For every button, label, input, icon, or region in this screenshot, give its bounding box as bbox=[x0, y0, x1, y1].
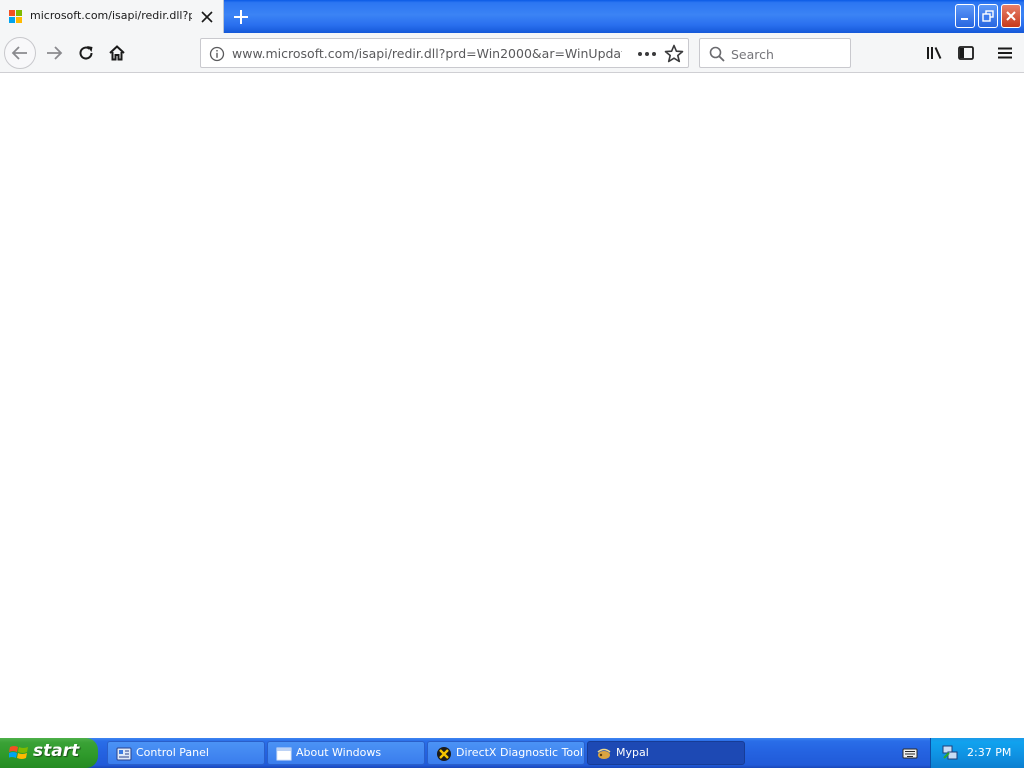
close-icon bbox=[1006, 11, 1016, 21]
forward-button[interactable] bbox=[38, 37, 70, 69]
start-label: start bbox=[33, 741, 80, 761]
system-tray: 2:37 PM bbox=[930, 738, 1024, 768]
star-icon[interactable] bbox=[663, 43, 685, 65]
url-text[interactable]: www.microsoft.com/isapi/redir.dll?prd=Wi… bbox=[232, 46, 622, 62]
reload-button[interactable] bbox=[70, 37, 102, 69]
network-icon[interactable] bbox=[941, 744, 959, 762]
browser-tab[interactable]: microsoft.com/isapi/redir.dll?prd=Win200… bbox=[0, 0, 224, 33]
mypal-browser-icon bbox=[597, 748, 611, 759]
page-content[interactable] bbox=[0, 74, 1024, 738]
taskbar-item-label: Mypal bbox=[616, 746, 649, 759]
search-input[interactable] bbox=[731, 44, 846, 64]
navigation-toolbar: www.microsoft.com/isapi/redir.dll?prd=Wi… bbox=[0, 33, 1024, 73]
hamburger-menu-icon bbox=[998, 47, 1012, 59]
search-icon bbox=[709, 46, 725, 62]
forward-arrow-icon bbox=[47, 46, 63, 60]
library-icon bbox=[927, 47, 942, 59]
info-icon[interactable] bbox=[208, 45, 226, 63]
window-icon bbox=[276, 747, 292, 761]
taskbar-item-label: About Windows bbox=[296, 746, 382, 759]
reload-icon bbox=[79, 46, 93, 60]
taskbar-item-label: DirectX Diagnostic Tool bbox=[456, 746, 582, 759]
restore-icon bbox=[982, 10, 994, 22]
taskbar-item-mypal[interactable]: Mypal bbox=[587, 741, 745, 765]
minimize-icon bbox=[961, 18, 968, 20]
directx-icon bbox=[437, 747, 451, 761]
taskbar-item-label: Control Panel bbox=[136, 746, 209, 759]
more-dots-icon[interactable] bbox=[635, 44, 659, 64]
windows-logo-icon bbox=[9, 746, 28, 759]
taskbar: start Control Panel About Windows Direct… bbox=[0, 738, 1024, 768]
close-tab-icon[interactable] bbox=[198, 8, 216, 26]
taskbar-item-control-panel[interactable]: Control Panel bbox=[107, 741, 265, 765]
menu-button[interactable] bbox=[989, 37, 1021, 69]
title-bar: microsoft.com/isapi/redir.dll?prd=Win200… bbox=[0, 0, 1024, 33]
home-icon bbox=[109, 45, 125, 61]
home-button[interactable] bbox=[101, 37, 133, 69]
sidebar-button[interactable] bbox=[950, 37, 982, 69]
library-button[interactable] bbox=[918, 37, 950, 69]
start-button[interactable]: start bbox=[0, 738, 98, 768]
new-tab-button[interactable] bbox=[228, 4, 254, 30]
sidebar-icon bbox=[958, 46, 974, 60]
restore-button[interactable] bbox=[978, 4, 998, 28]
keyboard-icon[interactable] bbox=[902, 746, 918, 760]
plus-icon bbox=[234, 10, 248, 24]
tab-title: microsoft.com/isapi/redir.dll?prd=Win200… bbox=[30, 9, 192, 22]
search-box[interactable] bbox=[699, 38, 851, 68]
back-arrow-icon bbox=[11, 46, 27, 60]
control-panel-icon bbox=[116, 747, 132, 761]
minimize-button[interactable] bbox=[955, 4, 975, 28]
taskbar-item-about-windows[interactable]: About Windows bbox=[267, 741, 425, 765]
microsoft-logo-icon bbox=[9, 10, 23, 24]
close-window-button[interactable] bbox=[1001, 4, 1021, 28]
back-button[interactable] bbox=[4, 37, 36, 69]
address-bar[interactable]: www.microsoft.com/isapi/redir.dll?prd=Wi… bbox=[200, 38, 689, 68]
taskbar-item-directx[interactable]: DirectX Diagnostic Tool bbox=[427, 741, 585, 765]
clock[interactable]: 2:37 PM bbox=[967, 746, 1011, 759]
